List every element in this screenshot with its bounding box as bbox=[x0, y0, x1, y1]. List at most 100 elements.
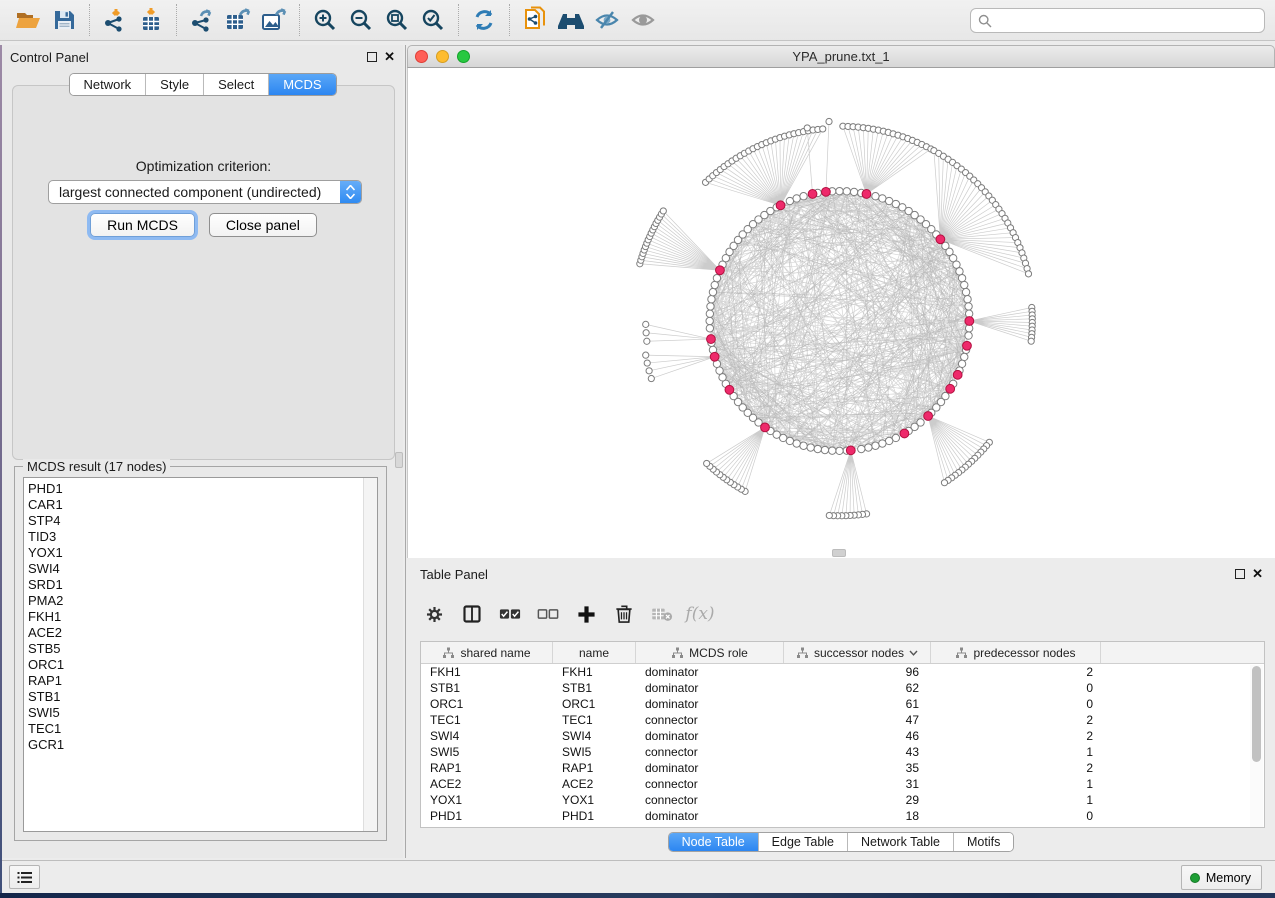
tab-select[interactable]: Select bbox=[204, 74, 269, 95]
export-image-button[interactable] bbox=[256, 3, 292, 37]
tab-style[interactable]: Style bbox=[146, 74, 204, 95]
table-row[interactable]: TEC1TEC1connector472 bbox=[421, 712, 1264, 728]
column-header-predecessor-nodes[interactable]: predecessor nodes bbox=[931, 642, 1101, 663]
select-all-button[interactable] bbox=[493, 598, 527, 630]
ring-node[interactable] bbox=[879, 440, 886, 447]
mcds-hub-node[interactable] bbox=[808, 190, 817, 199]
mcds-hub-node[interactable] bbox=[846, 446, 855, 455]
ring-node[interactable] bbox=[793, 195, 800, 202]
ring-node[interactable] bbox=[706, 310, 713, 317]
leaf-node[interactable] bbox=[643, 321, 649, 327]
result-node-item[interactable]: TEC1 bbox=[28, 721, 377, 737]
hide-details-button[interactable] bbox=[589, 3, 625, 37]
ring-node[interactable] bbox=[836, 447, 843, 454]
save-session-button[interactable] bbox=[46, 3, 82, 37]
leaf-node[interactable] bbox=[646, 368, 652, 374]
mcds-hub-node[interactable] bbox=[707, 335, 716, 344]
mcds-hub-node[interactable] bbox=[776, 201, 785, 210]
ring-node[interactable] bbox=[962, 288, 969, 295]
close-panel-icon-button[interactable]: ✕ bbox=[384, 52, 395, 62]
task-history-button[interactable] bbox=[9, 865, 40, 889]
table-row[interactable]: STB1STB1dominator620 bbox=[421, 680, 1264, 696]
result-node-item[interactable]: STB5 bbox=[28, 641, 377, 657]
add-button[interactable] bbox=[569, 598, 603, 630]
mcds-result-list[interactable]: PHD1CAR1STP4TID3YOX1SWI4SRD1PMA2FKH1ACE2… bbox=[23, 477, 378, 832]
leaf-node[interactable] bbox=[660, 208, 666, 214]
ring-node[interactable] bbox=[850, 188, 857, 195]
leaf-node[interactable] bbox=[820, 126, 826, 132]
ring-node[interactable] bbox=[800, 442, 807, 449]
import-network-button[interactable] bbox=[97, 3, 133, 37]
network-graph[interactable] bbox=[407, 68, 1275, 558]
ring-node[interactable] bbox=[708, 296, 715, 303]
ring-node[interactable] bbox=[814, 445, 821, 452]
zoom-fit-button[interactable] bbox=[379, 3, 415, 37]
mcds-hub-node[interactable] bbox=[965, 317, 974, 326]
ring-node[interactable] bbox=[961, 353, 968, 360]
tab-mcds[interactable]: MCDS bbox=[269, 74, 335, 95]
ring-node[interactable] bbox=[843, 188, 850, 195]
close-table-panel-button[interactable]: ✕ bbox=[1252, 569, 1263, 579]
ring-node[interactable] bbox=[879, 195, 886, 202]
table-row[interactable]: RAP1RAP1dominator352 bbox=[421, 760, 1264, 776]
result-node-item[interactable]: SWI4 bbox=[28, 561, 377, 577]
table-row[interactable]: ACE2ACE2connector311 bbox=[421, 776, 1264, 792]
run-mcds-button[interactable]: Run MCDS bbox=[90, 213, 195, 237]
show-details-button[interactable] bbox=[625, 3, 661, 37]
vertical-splitter[interactable] bbox=[403, 45, 406, 858]
mcds-hub-node[interactable] bbox=[822, 187, 831, 196]
tab-network-table[interactable]: Network Table bbox=[848, 833, 954, 851]
float-table-panel-button[interactable] bbox=[1235, 569, 1245, 579]
table-row[interactable]: FKH1FKH1dominator962 bbox=[421, 664, 1264, 680]
leaf-node[interactable] bbox=[644, 338, 650, 344]
tab-motifs[interactable]: Motifs bbox=[954, 833, 1013, 851]
mcds-hub-node[interactable] bbox=[946, 384, 955, 393]
ring-node[interactable] bbox=[713, 274, 720, 281]
ring-node[interactable] bbox=[836, 187, 843, 194]
ring-node[interactable] bbox=[711, 281, 718, 288]
ring-node[interactable] bbox=[858, 445, 865, 452]
close-panel-button[interactable]: Close panel bbox=[209, 213, 317, 237]
export-table-button[interactable] bbox=[220, 3, 256, 37]
column-header-shared-name[interactable]: shared name bbox=[421, 642, 553, 663]
result-node-item[interactable]: ACE2 bbox=[28, 625, 377, 641]
ring-node[interactable] bbox=[706, 317, 713, 324]
table-scrollbar[interactable] bbox=[1250, 665, 1263, 827]
horizontal-splitter-grip[interactable] bbox=[832, 549, 846, 557]
search-input[interactable] bbox=[997, 14, 1257, 28]
table-scrollbar-thumb[interactable] bbox=[1252, 666, 1261, 762]
deselect-all-button[interactable] bbox=[531, 598, 565, 630]
ring-node[interactable] bbox=[800, 193, 807, 200]
ring-node[interactable] bbox=[965, 303, 972, 310]
ring-node[interactable] bbox=[807, 444, 814, 451]
network-window-titlebar[interactable]: YPA_prune.txt_1 bbox=[407, 45, 1275, 68]
ring-node[interactable] bbox=[958, 360, 965, 367]
mcds-hub-node[interactable] bbox=[900, 429, 909, 438]
result-node-item[interactable]: STP4 bbox=[28, 513, 377, 529]
criterion-dropdown[interactable]: largest connected component (undirected) bbox=[48, 180, 362, 204]
settings-gear-button[interactable] bbox=[417, 598, 451, 630]
ring-node[interactable] bbox=[709, 288, 716, 295]
vertical-splitter-grip[interactable] bbox=[395, 452, 403, 468]
result-node-item[interactable]: FKH1 bbox=[28, 609, 377, 625]
leaf-node[interactable] bbox=[643, 352, 649, 358]
mcds-hub-node[interactable] bbox=[725, 385, 734, 394]
result-node-item[interactable]: STB1 bbox=[28, 689, 377, 705]
leaf-node[interactable] bbox=[704, 460, 710, 466]
column-header-name[interactable]: name bbox=[553, 642, 636, 663]
ring-node[interactable] bbox=[865, 444, 872, 451]
column-header-MCDS-role[interactable]: MCDS role bbox=[636, 642, 784, 663]
ring-node[interactable] bbox=[958, 274, 965, 281]
ring-node[interactable] bbox=[885, 437, 892, 444]
result-list-scrollbar[interactable] bbox=[363, 478, 377, 831]
tab-edge-table[interactable]: Edge Table bbox=[759, 833, 848, 851]
memory-button[interactable]: Memory bbox=[1181, 865, 1262, 890]
show-columns-button[interactable] bbox=[455, 598, 489, 630]
mcds-hub-node[interactable] bbox=[716, 266, 725, 275]
result-node-item[interactable]: GCR1 bbox=[28, 737, 377, 753]
result-node-item[interactable]: TID3 bbox=[28, 529, 377, 545]
export-network-button[interactable] bbox=[184, 3, 220, 37]
function-builder-button[interactable]: f(x) bbox=[683, 598, 717, 630]
delete-table-button[interactable] bbox=[645, 598, 679, 630]
table-row[interactable]: SWI4SWI4dominator462 bbox=[421, 728, 1264, 744]
